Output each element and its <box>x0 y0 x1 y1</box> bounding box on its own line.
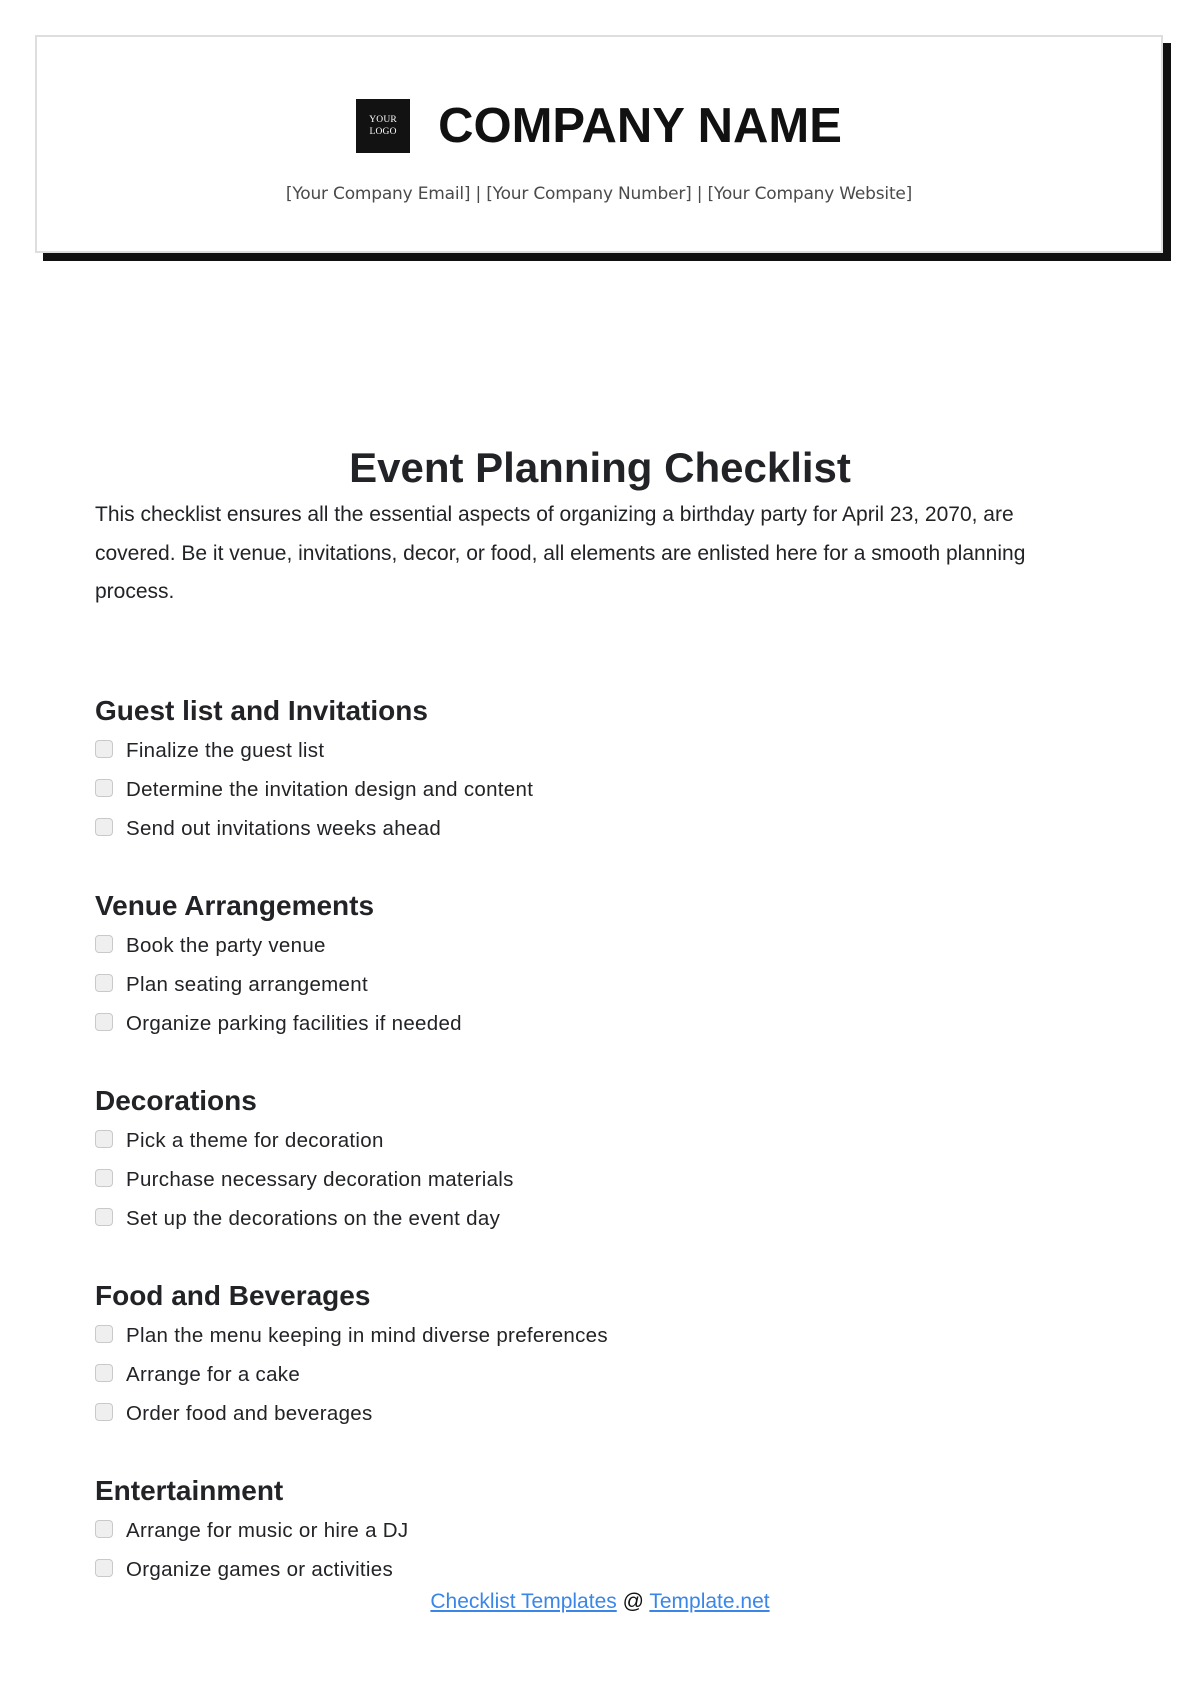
footer-attribution: Checklist Templates @ Template.net <box>0 1590 1200 1614</box>
checkbox[interactable] <box>95 817 113 836</box>
company-logo: YOUR LOGO <box>356 99 411 153</box>
checklist-item: Plan seating arrangement <box>95 965 1095 1004</box>
checkbox[interactable] <box>95 1168 113 1187</box>
company-name: COMPANY NAME <box>438 99 842 153</box>
checkbox[interactable] <box>95 1519 113 1538</box>
checklist-item-label: Arrange for a cake <box>126 1362 301 1386</box>
checklist: Book the party venue Plan seating arrang… <box>95 926 1095 1043</box>
checklist-item: Plan the menu keeping in mind diverse pr… <box>95 1316 1095 1355</box>
section-heading: Food and Beverages <box>95 1280 371 1311</box>
checklist-item: Pick a theme for decoration <box>95 1121 1095 1160</box>
checklist-item: Finalize the guest list <box>95 731 1095 770</box>
checkbox[interactable] <box>95 1012 113 1031</box>
checklist-item-label: Plan seating arrangement <box>126 972 368 996</box>
checkbox[interactable] <box>95 1402 113 1421</box>
checklist: Finalize the guest list Determine the in… <box>95 731 1095 848</box>
checklist-item: Arrange for music or hire a DJ <box>95 1511 1095 1550</box>
section-heading: Venue Arrangements <box>95 890 375 921</box>
checkbox[interactable] <box>95 1363 113 1382</box>
company-header: YOUR LOGO COMPANY NAME [Your Company Ema… <box>35 35 1163 253</box>
checklist-item-label: Order food and beverages <box>126 1401 373 1425</box>
intro-paragraph: This checklist ensures all the essential… <box>95 503 1026 603</box>
section-guest-list: Guest list and Invitations Finalize the … <box>95 694 1095 848</box>
checkbox[interactable] <box>95 739 113 758</box>
checkbox[interactable] <box>95 973 113 992</box>
checklist-item-label: Purchase necessary decoration materials <box>126 1167 514 1191</box>
section-decorations: Decorations Pick a theme for decoration … <box>95 1084 1095 1238</box>
checklist-item-label: Organize games or activities <box>126 1557 394 1581</box>
checklist-item-label: Determine the invitation design and cont… <box>126 777 534 801</box>
checklist-item-label: Pick a theme for decoration <box>126 1128 384 1152</box>
section-heading: Decorations <box>95 1085 257 1116</box>
footer-separator: @ <box>616 1590 650 1613</box>
checklist: Pick a theme for decoration Purchase nec… <box>95 1121 1095 1238</box>
checkbox[interactable] <box>95 1324 113 1343</box>
checklist-item: Book the party venue <box>95 926 1095 965</box>
checklist: Plan the menu keeping in mind diverse pr… <box>95 1316 1095 1433</box>
checklist-item: Order food and beverages <box>95 1394 1095 1433</box>
company-contact-info: [Your Company Email] | [Your Company Num… <box>285 184 913 204</box>
checklist-templates-link[interactable]: Checklist Templates <box>430 1590 616 1613</box>
checklist-item-label: Book the party venue <box>126 933 326 957</box>
checklist-item: Organize games or activities <box>95 1550 1095 1589</box>
checklist-item-label: Finalize the guest list <box>126 738 325 762</box>
checklist-item: Purchase necessary decoration materials <box>95 1160 1095 1199</box>
checkbox[interactable] <box>95 778 113 797</box>
section-venue-arrangements: Venue Arrangements Book the party venue … <box>95 889 1095 1043</box>
section-entertainment: Entertainment Arrange for music or hire … <box>95 1474 1095 1589</box>
section-heading: Entertainment <box>95 1475 284 1506</box>
section-food-and-beverages: Food and Beverages Plan the menu keeping… <box>95 1279 1095 1433</box>
checklist-item-label: Set up the decorations on the event day <box>126 1206 501 1230</box>
checklist-item: Determine the invitation design and cont… <box>95 770 1095 809</box>
checkbox[interactable] <box>95 1129 113 1148</box>
checklist-item: Arrange for a cake <box>95 1355 1095 1394</box>
checklist-item-label: Plan the menu keeping in mind diverse pr… <box>126 1323 608 1347</box>
checklist-item-label: Send out invitations weeks ahead <box>126 816 442 840</box>
logo-text-line1: YOUR <box>369 115 397 125</box>
checklist-item-label: Organize parking facilities if needed <box>126 1011 462 1035</box>
checklist-item: Set up the decorations on the event day <box>95 1199 1095 1238</box>
checklist: Arrange for music or hire a DJ Organize … <box>95 1511 1095 1589</box>
section-heading: Guest list and Invitations <box>95 695 428 726</box>
document-title: Event Planning Checklist <box>349 444 851 491</box>
checkbox[interactable] <box>95 1207 113 1226</box>
checkbox[interactable] <box>95 934 113 953</box>
template-net-link[interactable]: Template.net <box>649 1590 769 1613</box>
checklist-item: Organize parking facilities if needed <box>95 1004 1095 1043</box>
checkbox[interactable] <box>95 1558 113 1577</box>
checklist-item: Send out invitations weeks ahead <box>95 809 1095 848</box>
logo-text-line2: LOGO <box>369 127 397 137</box>
brand-row: YOUR LOGO COMPANY NAME <box>37 99 1161 153</box>
checklist-item-label: Arrange for music or hire a DJ <box>126 1518 409 1542</box>
